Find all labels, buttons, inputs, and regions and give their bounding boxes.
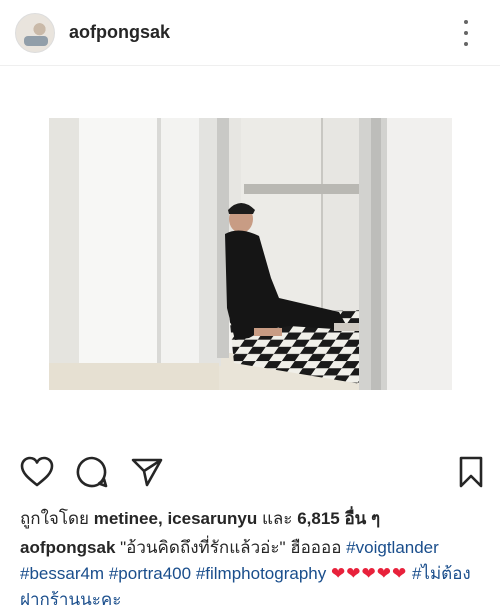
post-photo[interactable] [49,118,452,390]
liker-1[interactable]: metinee [94,509,158,528]
profile-avatar[interactable] [15,13,55,53]
bookmark-icon[interactable] [451,452,491,492]
heart-icon[interactable] [17,452,57,492]
post-header: aofpongsak [0,0,500,66]
likes-prefix: ถูกใจโดย [20,509,89,528]
caption-text: "อ้วนคิดถึงที่รักแล้วอ่ะ" ฮืออออ [120,538,342,557]
liker-2[interactable]: icesarunyu [167,509,257,528]
more-options-icon[interactable] [458,20,474,46]
hashtag[interactable]: #bessar4m [20,564,104,583]
send-icon[interactable] [127,452,167,492]
heart-emojis: ❤❤❤❤❤ [330,564,408,583]
hashtag[interactable]: #voigtlander [346,538,439,557]
likes-connector: และ [261,509,293,528]
comment-icon[interactable] [72,452,112,492]
likes-suffix[interactable]: อื่น ๆ [344,509,380,528]
hashtag[interactable]: #portra400 [109,564,191,583]
post-caption: aofpongsak "อ้วนคิดถึงที่รักแล้วอ่ะ" ฮือ… [20,535,490,613]
hashtag[interactable]: #filmphotography [196,564,326,583]
post-username[interactable]: aofpongsak [69,22,170,43]
post-photo-image [49,118,452,390]
caption-username[interactable]: aofpongsak [20,538,115,557]
likes-line: ถูกใจโดย metinee, icesarunyu และ 6,815 อ… [20,509,381,528]
action-bar [0,452,500,492]
likes-count[interactable]: 6,815 [297,509,340,528]
